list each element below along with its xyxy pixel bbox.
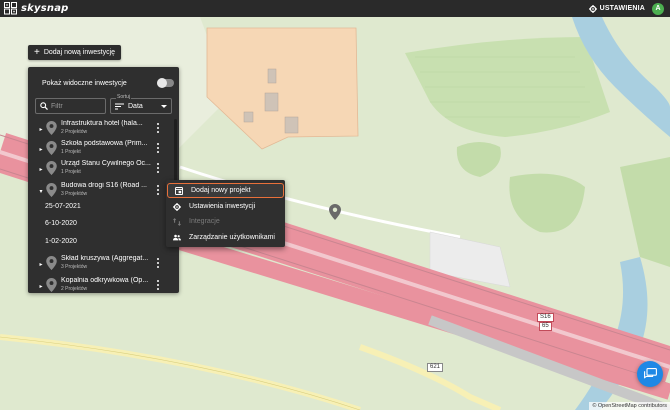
more-options-icon[interactable] (155, 184, 161, 196)
chevron-down-icon[interactable]: ▾ (37, 187, 45, 195)
add-investment-label: Dodaj nową inwestycję (43, 49, 116, 56)
settings-label: USTAWIENIA (599, 5, 645, 12)
users-icon (173, 234, 181, 242)
menu-item-integrations: Integracje (166, 214, 285, 229)
item-subtitle: 2 Projektów (61, 286, 88, 292)
filter-input[interactable] (51, 102, 99, 110)
avatar[interactable]: A (652, 2, 664, 15)
chevron-right-icon[interactable]: ▸ (37, 125, 45, 133)
chevron-right-icon[interactable]: ▸ (37, 145, 45, 153)
item-subtitle: 1 Projekt (61, 149, 81, 155)
more-options-icon[interactable] (155, 122, 161, 134)
menu-item-label: Dodaj nowy projekt (191, 187, 251, 194)
menu-item-label: Zarządzanie użytkownikami (189, 234, 275, 241)
item-title: Kopalnia odkrywkowa (Op... (61, 277, 149, 284)
more-options-icon[interactable] (155, 279, 161, 291)
chevron-down-icon (161, 104, 167, 108)
project-date-item[interactable]: 6-10-2020 (45, 220, 77, 227)
list-item[interactable]: ▸ Urząd Stanu Cywilnego Oc... 1 Projekt (28, 159, 179, 181)
more-options-icon[interactable] (155, 257, 161, 269)
menu-item-user-management[interactable]: Zarządzanie użytkownikami (166, 230, 285, 245)
search-icon (40, 102, 48, 110)
gear-icon (588, 4, 597, 13)
integrations-icon (173, 217, 181, 226)
list-item[interactable]: ▸ Szkoła podstawowa (Prim... 1 Projekt (28, 139, 179, 161)
logo[interactable]: skysnap (4, 2, 69, 15)
show-visible-label: Pokaż widoczne inwestycje (42, 79, 127, 87)
project-date-item[interactable]: 1-02-2020 (45, 238, 77, 245)
show-visible-toggle[interactable] (157, 78, 174, 88)
item-subtitle: 1 Projekt (61, 169, 81, 175)
list-item-expanded[interactable]: ▾ Budowa drogi S16 (Road ... 3 Projektów (28, 181, 179, 203)
location-pin-icon (46, 161, 57, 175)
more-options-icon[interactable] (155, 162, 161, 174)
chat-button[interactable] (637, 361, 663, 387)
investments-panel: Pokaż widoczne inwestycje Sortuj Data ▸ … (28, 67, 179, 293)
logo-icon (4, 2, 17, 15)
menu-item-investment-settings[interactable]: Ustawienia inwestycji (166, 199, 285, 214)
item-title: Infrastruktura hotel (hala... (61, 120, 143, 127)
location-pin-icon (46, 183, 57, 197)
toggle-knob (157, 78, 167, 88)
road-shield-621: 621 (427, 363, 444, 372)
add-investment-button[interactable]: + Dodaj nową inwestycję (28, 45, 122, 60)
chevron-right-icon[interactable]: ▸ (37, 165, 45, 173)
road-shield-s16: S16 (537, 313, 554, 322)
map-pin-icon[interactable] (329, 204, 341, 220)
sort-legend: Sortuj (116, 94, 132, 100)
item-title: Urząd Stanu Cywilnego Oc... (61, 160, 151, 167)
road-shield-65: 65 (539, 322, 552, 331)
list-item[interactable]: ▸ Infrastruktura hotel (hala... 2 Projekt… (28, 119, 179, 141)
add-project-icon (175, 186, 183, 195)
top-bar: skysnap USTAWIENIA A (0, 0, 670, 17)
gear-icon (173, 202, 181, 211)
item-title: Skład kruszywa (Aggregat... (61, 255, 149, 262)
menu-item-label: Integracje (189, 218, 220, 225)
list-item[interactable]: ▸ Kopalnia odkrywkowa (Op... 2 Projektów (28, 276, 179, 293)
show-visible-row: Pokaż widoczne inwestycje (42, 78, 174, 88)
sort-value: Data (128, 102, 143, 110)
item-title: Budowa drogi S16 (Road ... (61, 182, 147, 189)
settings-button[interactable]: USTAWIENIA (588, 4, 645, 13)
chevron-right-icon[interactable]: ▸ (37, 282, 45, 290)
more-options-icon[interactable] (155, 142, 161, 154)
menu-item-add-project[interactable]: Dodaj nowy projekt (167, 183, 284, 198)
filter-search[interactable] (35, 98, 106, 114)
sort-select[interactable]: Sortuj Data (110, 94, 172, 114)
location-pin-icon (46, 256, 57, 270)
location-pin-icon (46, 278, 57, 292)
brand-name: skysnap (21, 3, 69, 14)
location-pin-icon (46, 141, 57, 155)
map-attribution[interactable]: © OpenStreetMap contributors (589, 402, 670, 410)
item-subtitle: 3 Projektów (61, 191, 88, 197)
sort-icon (115, 103, 124, 109)
item-subtitle: 3 Projektów (61, 264, 88, 270)
project-date-item[interactable]: 25-07-2021 (45, 203, 81, 210)
menu-item-label: Ustawienia inwestycji (189, 203, 256, 210)
chevron-right-icon[interactable]: ▸ (37, 260, 45, 268)
item-title: Szkoła podstawowa (Prim... (61, 140, 148, 147)
location-pin-icon (46, 121, 57, 135)
plus-icon: + (34, 46, 40, 58)
item-subtitle: 2 Projektów (61, 129, 88, 135)
list-item[interactable]: ▸ Skład kruszywa (Aggregat... 3 Projektów (28, 254, 179, 276)
investment-context-menu: Dodaj nowy projekt Ustawienia inwestycji… (166, 180, 285, 247)
chat-icon (643, 368, 657, 379)
